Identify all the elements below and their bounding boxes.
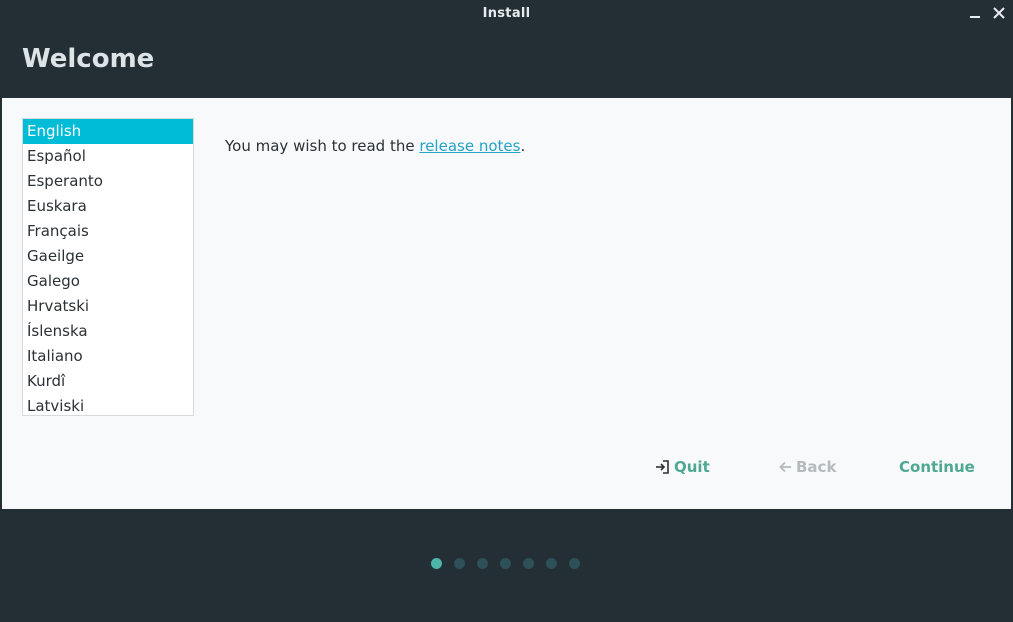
- language-item[interactable]: Gaeilge: [23, 244, 193, 269]
- back-label: Back: [796, 458, 837, 476]
- language-list[interactable]: English Español Esperanto Euskara Français Ga…: [22, 118, 194, 416]
- language-item[interactable]: Euskara: [23, 194, 193, 219]
- progress-dot: [431, 558, 442, 569]
- progress-dot: [523, 558, 534, 569]
- language-item[interactable]: Galego: [23, 269, 193, 294]
- continue-button[interactable]: Continue: [899, 458, 975, 476]
- page-header: Welcome: [0, 27, 1013, 98]
- quit-button[interactable]: Quit: [654, 458, 710, 476]
- release-notes-text: You may wish to read the release notes.: [225, 137, 525, 155]
- page-title: Welcome: [22, 44, 155, 74]
- back-button[interactable]: Back: [778, 458, 836, 476]
- language-item[interactable]: Français: [23, 219, 193, 244]
- window-titlebar: Install: [0, 0, 1013, 27]
- continue-label: Continue: [899, 458, 975, 476]
- quit-label: Quit: [674, 458, 710, 476]
- minimize-button[interactable]: [966, 4, 984, 22]
- progress-dot: [546, 558, 557, 569]
- language-item[interactable]: Esperanto: [23, 169, 193, 194]
- close-icon: [993, 7, 1005, 19]
- progress-dot: [454, 558, 465, 569]
- window-title: Install: [482, 6, 531, 21]
- language-item[interactable]: Italiano: [23, 344, 193, 369]
- release-notes-prefix: You may wish to read the: [225, 137, 420, 155]
- minimize-icon: [970, 16, 980, 18]
- progress-dot: [500, 558, 511, 569]
- release-notes-suffix: .: [520, 137, 526, 155]
- language-item[interactable]: Hrvatski: [23, 294, 193, 319]
- main-content: English Español Esperanto Euskara Français Ga…: [2, 98, 1011, 509]
- progress-dot: [477, 558, 488, 569]
- language-item[interactable]: English: [23, 119, 193, 144]
- close-button[interactable]: [990, 4, 1008, 22]
- arrow-left-icon: [779, 461, 791, 473]
- language-item[interactable]: Íslenska: [23, 319, 193, 344]
- language-item[interactable]: Kurdî: [23, 369, 193, 394]
- release-notes-link[interactable]: release notes: [419, 137, 520, 155]
- language-item[interactable]: Latviski: [23, 394, 193, 415]
- language-item[interactable]: Español: [23, 144, 193, 169]
- progress-dot: [569, 558, 580, 569]
- exit-icon: [656, 460, 669, 474]
